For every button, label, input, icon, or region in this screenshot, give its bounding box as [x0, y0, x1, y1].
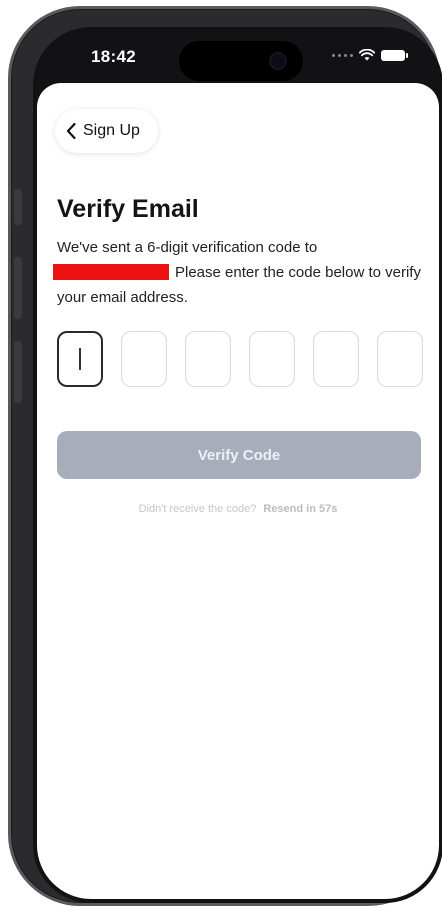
code-digit-1[interactable]: [57, 331, 103, 387]
description: We've sent a 6-digit verification code t…: [53, 235, 427, 310]
code-digit-4[interactable]: [249, 331, 295, 387]
screen: 18:42 Sign Up Verify Email We've sent a …: [33, 27, 442, 903]
verify-email-page: Sign Up Verify Email We've sent a 6-digi…: [37, 83, 439, 899]
page-title: Verify Email: [57, 195, 199, 223]
description-prefix: We've sent a 6-digit verification code t…: [57, 239, 318, 256]
dynamic-island: [179, 41, 303, 81]
cellular-dots-icon: [332, 53, 353, 57]
code-digit-5[interactable]: [313, 331, 359, 387]
phone-frame: 18:42 Sign Up Verify Email We've sent a …: [8, 6, 442, 906]
redacted-email: [53, 264, 169, 280]
resend-link[interactable]: Resend in 57s: [263, 503, 337, 515]
back-button[interactable]: Sign Up: [55, 109, 158, 153]
wifi-icon: [359, 49, 375, 61]
resend-prompt: Didn't receive the code?: [138, 503, 257, 515]
verify-code-button[interactable]: Verify Code: [57, 431, 421, 479]
battery-icon: [381, 49, 408, 61]
text-caret: [79, 348, 81, 370]
status-time: 18:42: [91, 47, 136, 66]
code-input-row: [57, 331, 423, 387]
code-digit-3[interactable]: [185, 331, 231, 387]
chevron-left-icon: [65, 122, 77, 140]
code-digit-6[interactable]: [377, 331, 423, 387]
volume-up-button: [14, 257, 22, 319]
code-digit-2[interactable]: [121, 331, 167, 387]
status-icons: [332, 49, 408, 61]
back-button-label: Sign Up: [83, 122, 140, 139]
front-camera-icon: [271, 54, 285, 68]
status-bar: 18:42: [33, 27, 442, 91]
volume-down-button: [14, 341, 22, 403]
action-button: [14, 189, 22, 225]
resend-row: Didn't receive the code? Resend in 57s: [37, 503, 439, 515]
